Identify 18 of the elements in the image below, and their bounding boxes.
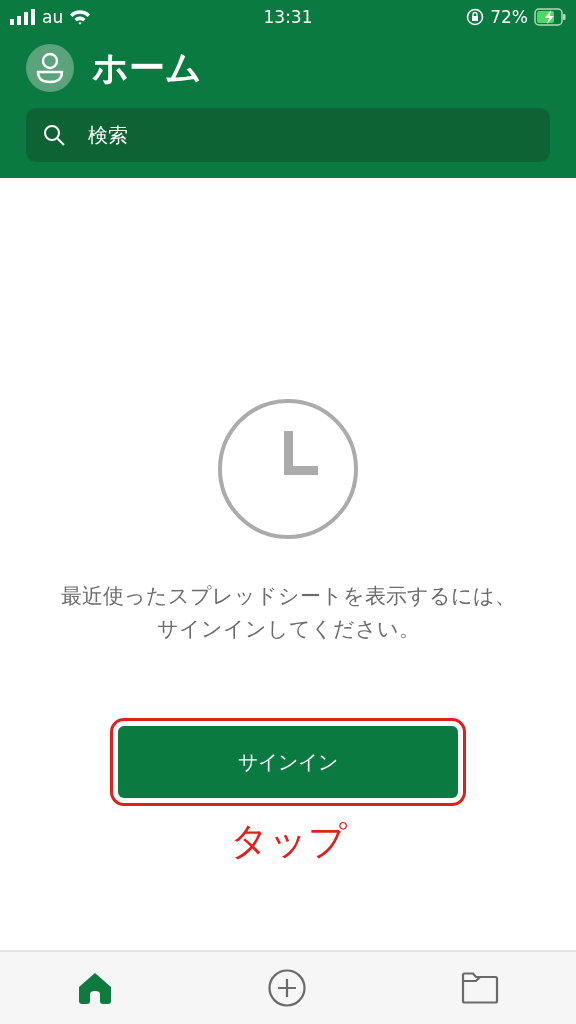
annotation-label: タップ [229, 818, 347, 865]
folder-icon [460, 972, 499, 1004]
sign-in-button[interactable]: サインイン [118, 726, 458, 798]
clock-icon [217, 398, 359, 540]
person-icon [36, 52, 64, 84]
signal-icon [10, 9, 36, 25]
clock-time: 13:31 [263, 7, 313, 27]
sign-in-message: 最近使ったスプレッドシートを表示するには、サインインしてください。 [59, 583, 517, 643]
page-title: ホーム [92, 45, 202, 90]
battery-charging-icon [534, 8, 566, 26]
add-icon [268, 969, 306, 1007]
home-icon [77, 970, 114, 1006]
carrier-name: au [42, 7, 64, 27]
account-avatar[interactable] [26, 44, 74, 92]
search-field[interactable]: 検索 [26, 108, 550, 162]
battery-percent: 72% [490, 7, 528, 27]
rotation-lock-icon [466, 8, 485, 26]
wifi-icon [69, 9, 92, 25]
